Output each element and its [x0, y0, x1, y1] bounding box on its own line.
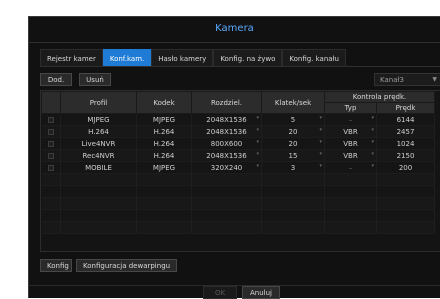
title-divider [29, 42, 440, 43]
cell-fps[interactable]: 15 [261, 149, 325, 162]
cell-speed[interactable]: 2150 [376, 149, 435, 162]
header-speed: Prędk [376, 102, 435, 114]
cell-profile: Live4NVR [60, 137, 137, 150]
cell-fps[interactable]: 5 [261, 113, 325, 126]
empty-row [41, 185, 435, 198]
cell-speed[interactable]: 2457 [376, 125, 435, 138]
cell-type[interactable]: – [324, 113, 377, 126]
cell-type[interactable]: VBR [324, 149, 377, 162]
header-resolution: Rozdziel. [191, 91, 262, 114]
cell-fps[interactable]: 20 [261, 137, 325, 150]
cancel-button[interactable]: Anuluj [242, 286, 280, 299]
cell-resolution[interactable]: 2048X1536 [191, 149, 262, 162]
cell-resolution[interactable]: 2048X1536 [191, 125, 262, 138]
empty-row [41, 221, 435, 234]
cell-speed[interactable]: 200 [376, 161, 435, 174]
tab-bar: Rejestr kamer Konf.kam. Hasło kamery Kon… [40, 49, 346, 67]
channel-select-value: Kanał3 [380, 76, 404, 84]
cell-speed[interactable]: 1024 [376, 137, 435, 150]
cell-type[interactable]: VBR [324, 125, 377, 138]
cell-codec: H.264 [136, 149, 192, 162]
cell-profile: MOBILE [60, 161, 137, 174]
cell-type[interactable]: – [324, 161, 377, 174]
tab-live-config[interactable]: Konfig. na żywo [213, 49, 283, 67]
row-checkbox[interactable] [47, 140, 54, 147]
tab-camera-config[interactable]: Konf.kam. [102, 49, 152, 67]
camera-settings-window: Kamera Rejestr kamer Konf.kam. Hasło kam… [28, 16, 440, 299]
dewarping-config-button[interactable]: Konfiguracja dewarpingu [76, 259, 177, 272]
tab-camera-register[interactable]: Rejestr kamer [40, 49, 103, 67]
row-checkbox[interactable] [47, 164, 54, 171]
cell-resolution[interactable]: 2048X1536 [191, 113, 262, 126]
table-row[interactable]: H.264 H.264 2048X1536 20 VBR 2457 [41, 125, 435, 138]
empty-row [41, 209, 435, 222]
window-title: Kamera [215, 23, 254, 34]
row-checkbox[interactable] [47, 152, 54, 159]
channel-select[interactable]: Kanał3 ▼ [374, 73, 440, 86]
header-codec: Kodek [136, 91, 192, 114]
cell-resolution[interactable]: 800X600 [191, 137, 262, 150]
delete-button[interactable]: Usuń [79, 73, 111, 86]
tab-camera-password[interactable]: Hasło kamery [151, 49, 214, 67]
cell-fps[interactable]: 20 [261, 125, 325, 138]
header-bitrate-control: Kontrola prędk. [324, 91, 435, 103]
cell-codec: MJPEG [136, 113, 192, 126]
cell-codec: H.264 [136, 125, 192, 138]
header-profile: Profil [60, 91, 137, 114]
table-row[interactable]: Live4NVR H.264 800X600 20 VBR 1024 [41, 137, 435, 150]
profile-table: Profil Kodek Rozdziel. Klatek/sek Kontro… [40, 90, 440, 252]
header-select [41, 91, 61, 114]
add-button[interactable]: Dod. [40, 73, 72, 86]
cell-type[interactable]: VBR [324, 137, 377, 150]
cell-codec: MJPEG [136, 161, 192, 174]
table-row[interactable]: Rec4NVR H.264 2048X1536 15 VBR 2150 [41, 149, 435, 162]
table-row[interactable]: MOBILE MJPEG 320X240 3 – 200 [41, 161, 435, 174]
header-fps: Klatek/sek [261, 91, 325, 114]
row-checkbox[interactable] [47, 128, 54, 135]
config-button[interactable]: Konfig [40, 259, 72, 272]
cell-profile: H.264 [60, 125, 137, 138]
cell-speed[interactable]: 6144 [376, 113, 435, 126]
cell-profile: MJPEG [60, 113, 137, 126]
chevron-down-icon: ▼ [432, 76, 437, 83]
cell-fps[interactable]: 3 [261, 161, 325, 174]
tabs-divider [40, 66, 440, 67]
empty-row [41, 197, 435, 210]
ok-button[interactable]: OK [203, 286, 237, 299]
cell-codec: H.264 [136, 137, 192, 150]
row-checkbox[interactable] [47, 116, 54, 123]
cell-resolution[interactable]: 320X240 [191, 161, 262, 174]
tab-channel-config[interactable]: Konfig. kanału [282, 49, 346, 67]
cell-profile: Rec4NVR [60, 149, 137, 162]
header-type: Typ [324, 102, 377, 114]
table-row[interactable]: MJPEG MJPEG 2048X1536 5 – 6144 [41, 113, 435, 126]
empty-row [41, 173, 435, 186]
